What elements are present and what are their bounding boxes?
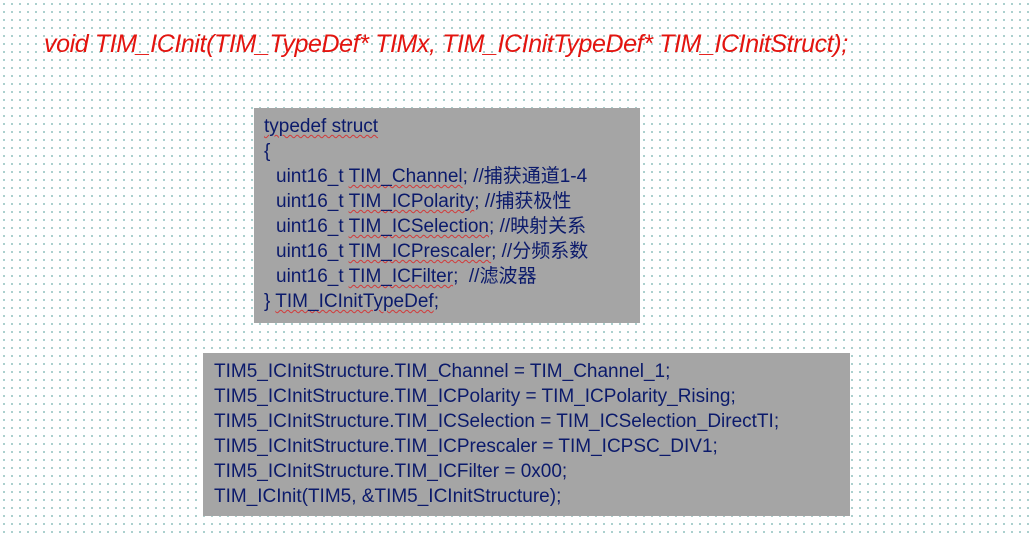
struct-opening-line: typedef struct <box>264 114 630 139</box>
member-type: uint16_t <box>276 191 344 212</box>
member-type: uint16_t <box>276 266 344 287</box>
usage-line-polarity: TIM5_ICInitStructure.TIM_ICPolarity = TI… <box>214 386 736 407</box>
member-comment: //映射关系 <box>494 216 587 237</box>
usage-line-prescaler: TIM5_ICInitStructure.TIM_ICPrescaler = T… <box>214 436 718 457</box>
member-name: TIM_ICPrescaler <box>348 241 492 262</box>
struct-member-polarity: uint16_t TIM_ICPolarity; //捕获极性 <box>264 189 630 214</box>
member-type: uint16_t <box>276 166 344 187</box>
struct-open-brace: { <box>264 141 271 162</box>
struct-member-filter: uint16_t TIM_ICFilter; //滤波器 <box>264 264 630 289</box>
closing-semicolon: ; <box>433 291 439 312</box>
struct-definition-box: typedef struct { uint16_t TIM_Channel; /… <box>254 108 640 323</box>
struct-member-selection: uint16_t TIM_ICSelection; //映射关系 <box>264 214 630 239</box>
member-name: TIM_ICSelection <box>348 216 490 237</box>
function-signature: void TIM_ICInit(TIM_TypeDef* TIMx, TIM_I… <box>44 30 848 58</box>
member-type: uint16_t <box>276 241 344 262</box>
member-type: uint16_t <box>276 216 344 237</box>
member-name: TIM_ICFilter <box>348 266 454 287</box>
struct-member-prescaler: uint16_t TIM_ICPrescaler; //分频系数 <box>264 239 630 264</box>
usage-line-channel: TIM5_ICInitStructure.TIM_Channel = TIM_C… <box>214 361 671 382</box>
struct-closing-line: } TIM_ICInitTypeDef; <box>264 289 630 314</box>
member-name: TIM_ICPolarity <box>348 191 475 212</box>
member-comment: //滤波器 <box>458 266 537 287</box>
member-name: TIM_Channel <box>348 166 463 187</box>
init-usage-box: TIM5_ICInitStructure.TIM_Channel = TIM_C… <box>203 353 850 516</box>
member-comment: //捕获通道1-4 <box>467 166 588 187</box>
member-comment: //分频系数 <box>496 241 589 262</box>
typedef-name: TIM_ICInitTypeDef <box>275 291 434 312</box>
usage-line-selection: TIM5_ICInitStructure.TIM_ICSelection = T… <box>214 411 780 432</box>
typedef-keyword: typedef struct <box>264 116 379 137</box>
usage-line-filter: TIM5_ICInitStructure.TIM_ICFilter = 0x00… <box>214 461 568 482</box>
member-comment: //捕获极性 <box>479 191 572 212</box>
usage-line-init-call: TIM_ICInit(TIM5, &TIM5_ICInitStructure); <box>214 486 562 507</box>
struct-member-channel: uint16_t TIM_Channel; //捕获通道1-4 <box>264 164 630 189</box>
struct-close-brace: } <box>264 291 271 312</box>
